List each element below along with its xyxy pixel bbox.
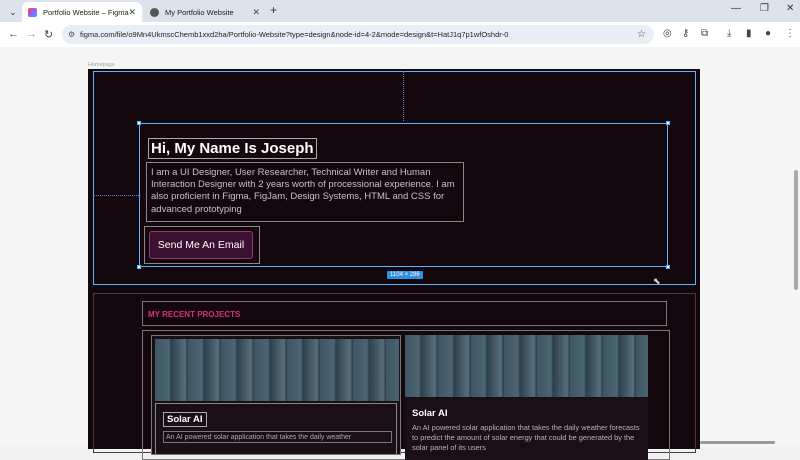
profile-avatar-icon[interactable]: ●	[765, 28, 771, 39]
new-tab-icon[interactable]: +	[270, 3, 277, 17]
spacing-guide	[93, 195, 139, 196]
send-email-button[interactable]: Send Me An Email	[149, 231, 253, 259]
tab-figma[interactable]: Portfolio Website – Figma ✕	[22, 2, 142, 22]
menu-kebab-icon[interactable]: ⋮	[785, 28, 795, 39]
side-panel-icon[interactable]: ▮	[746, 28, 752, 39]
project-image[interactable]	[155, 339, 399, 401]
close-tab-icon[interactable]: ✕	[128, 7, 136, 18]
tab-portfolio[interactable]: My Portfolio Website ✕	[144, 2, 266, 22]
project-description[interactable]: An AI powered solar application that tak…	[163, 431, 392, 443]
address-bar[interactable]: ⚙ figma.com/file/o9Mn4UkmscChemb1xxd2ha/…	[62, 25, 654, 44]
cta-wrapper[interactable]: Send Me An Email	[144, 226, 260, 264]
frame-label[interactable]: Homepage	[88, 62, 115, 68]
mouse-cursor-icon: ⬉	[653, 276, 661, 286]
puzzle-icon[interactable]: ⧉	[701, 28, 708, 39]
minimize-icon[interactable]: —	[731, 3, 741, 14]
project-description[interactable]: An AI powered solar application that tak…	[412, 423, 642, 453]
project-title[interactable]: Solar AI	[163, 412, 207, 427]
reload-icon[interactable]: ↻	[44, 28, 53, 41]
forward-icon[interactable]: →	[26, 28, 37, 40]
homepage-frame[interactable]: Hi, My Name Is Joseph I am a UI Designer…	[88, 69, 700, 460]
project-image[interactable]	[405, 335, 648, 397]
projects-section[interactable]: MY RECENT PROJECTS Solar AI An AI powere…	[93, 293, 696, 460]
figma-canvas[interactable]: Homepage Hi, My Name Is Joseph I am a UI…	[0, 47, 800, 460]
restore-icon[interactable]: ❐	[760, 3, 769, 14]
project-card[interactable]: Solar AI An AI powered solar application…	[151, 335, 401, 455]
resize-handle[interactable]	[666, 121, 670, 125]
project-card[interactable]: Solar AI An AI powered solar application…	[405, 335, 648, 460]
browser-toolbar: ← → ↻ ⚙ figma.com/file/o9Mn4UkmscChemb1x…	[0, 22, 800, 47]
close-tab-icon[interactable]: ✕	[252, 7, 260, 18]
project-card-body[interactable]: Solar AI An AI powered solar application…	[155, 403, 397, 454]
hero-heading[interactable]: Hi, My Name Is Joseph	[148, 138, 317, 159]
tab-title: Portfolio Website – Figma	[43, 7, 129, 17]
page-favicon-icon	[150, 7, 159, 17]
download-icon[interactable]: ⤓	[727, 28, 731, 39]
vertical-scrollbar[interactable]	[794, 170, 798, 290]
resize-handle[interactable]	[137, 265, 141, 269]
projects-title-frame[interactable]: MY RECENT PROJECTS	[142, 301, 667, 326]
figma-favicon-icon	[28, 7, 37, 17]
horizontal-scrollbar[interactable]	[700, 441, 775, 444]
selection-size-badge: 1104 × 286	[387, 271, 423, 279]
site-info-icon[interactable]: ⚙	[68, 25, 75, 44]
projects-title[interactable]: MY RECENT PROJECTS	[148, 310, 240, 319]
tab-title: My Portfolio Website	[165, 7, 234, 17]
resize-handle[interactable]	[137, 121, 141, 125]
window-close-icon[interactable]: ✕	[786, 3, 794, 14]
bookmark-star-icon[interactable]: ☆	[637, 25, 646, 44]
resize-handle[interactable]	[666, 265, 670, 269]
password-icon[interactable]: ⚷	[682, 28, 689, 39]
project-title[interactable]: Solar AI	[412, 408, 448, 419]
url-text: figma.com/file/o9Mn4UkmscChemb1xxd2ha/Po…	[80, 30, 509, 39]
tab-search-icon[interactable]: ⌄	[6, 5, 20, 19]
back-icon[interactable]: ←	[8, 28, 19, 40]
browser-tab-strip: ⌄ Portfolio Website – Figma ✕ My Portfol…	[0, 0, 800, 22]
projects-cards[interactable]: Solar AI An AI powered solar application…	[142, 330, 670, 460]
spacing-guide	[403, 71, 404, 121]
hero-intro-text[interactable]: I am a UI Designer, User Researcher, Tec…	[146, 162, 464, 222]
extension-icon[interactable]: ◎	[663, 28, 672, 39]
